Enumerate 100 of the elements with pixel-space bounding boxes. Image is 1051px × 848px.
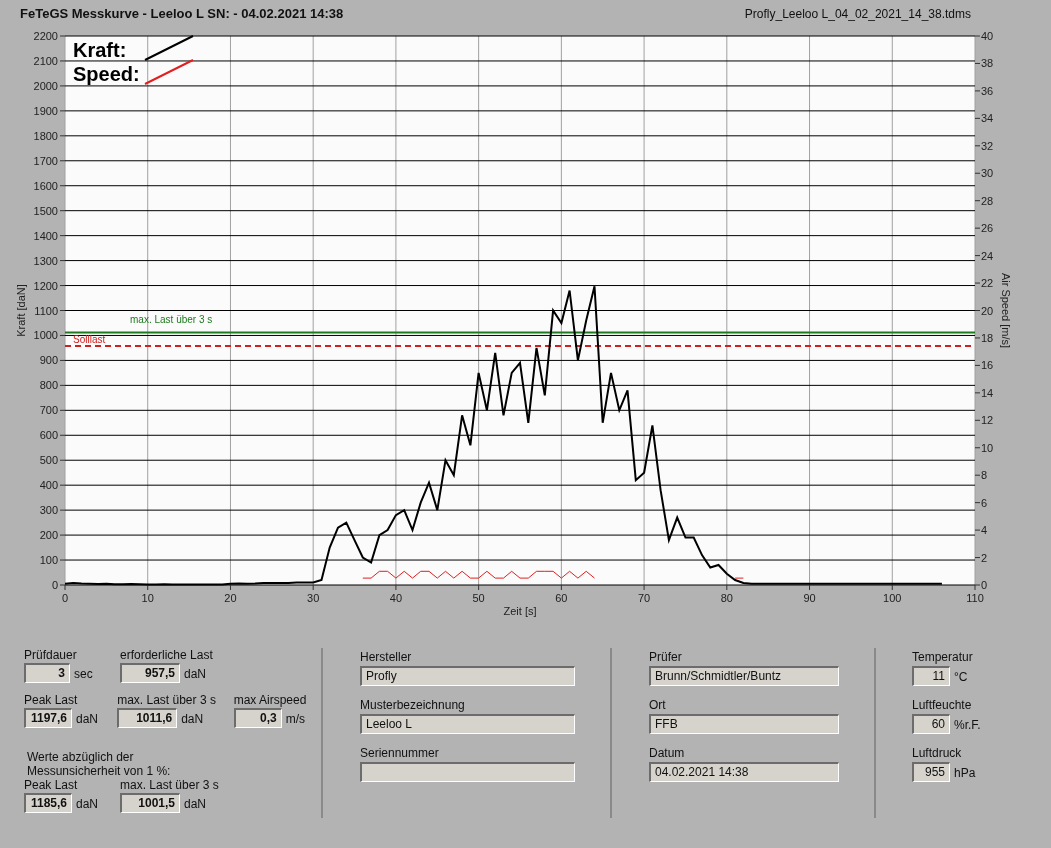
y2-tick-label: 4 xyxy=(981,524,988,537)
x-tick-label: 90 xyxy=(803,592,816,604)
field-label: Prüfdauer xyxy=(24,648,78,663)
y-tick-label: 1900 xyxy=(33,104,58,117)
y2-tick-label: 12 xyxy=(981,414,994,427)
x-tick-label: 30 xyxy=(307,592,320,604)
x-tick-label: 70 xyxy=(637,592,651,604)
y2-tick-label: 32 xyxy=(981,139,994,152)
field-label: Peak Last xyxy=(24,693,79,708)
y2-tick-label: 14 xyxy=(981,386,994,399)
field-label: max. Last über 3 s xyxy=(117,693,217,708)
y-tick-label: 2100 xyxy=(33,54,58,67)
value-field: 04.02.2021 14:38 xyxy=(649,762,839,782)
y-tick-label: 900 xyxy=(39,354,58,367)
field-label: erforderliche Last xyxy=(120,648,214,663)
y-tick-label: 1700 xyxy=(33,154,58,167)
y-tick-label: 2200 xyxy=(33,30,58,42)
unit-label: sec xyxy=(74,666,93,683)
x-tick-label: 20 xyxy=(224,592,237,604)
x-tick-label: 10 xyxy=(141,592,154,604)
y-tick-label: 600 xyxy=(39,429,58,442)
y-tick-label: 300 xyxy=(39,504,58,517)
value-field: 60 xyxy=(912,714,950,734)
value-field: Profly xyxy=(360,666,575,686)
legend-line-sample xyxy=(144,59,194,85)
x-tick-label: 60 xyxy=(555,592,568,604)
y2-tick-label: 2 xyxy=(981,551,988,564)
unit-label: hPa xyxy=(954,765,976,782)
x-tick-label: 0 xyxy=(61,592,69,604)
y2-tick-label: 38 xyxy=(981,57,994,70)
field-label: Ort xyxy=(649,697,667,714)
x-tick-label: 40 xyxy=(389,592,403,604)
value-field: 1185,6 xyxy=(24,793,72,813)
y2-tick-label: 18 xyxy=(981,331,994,344)
value-field: 1011,6 xyxy=(117,708,178,728)
value-field: 0,3 xyxy=(233,708,282,728)
value-field: FFB xyxy=(649,714,839,734)
value-field: Brunn/Schmidtler/Buntz xyxy=(649,666,839,686)
y2-tick-label: 30 xyxy=(981,167,994,180)
y2-tick-label: 24 xyxy=(981,249,994,262)
window-title: FeTeGS Messkurve - Leeloo L SN: - 04.02.2021 14:38 xyxy=(20,5,344,24)
y2-tick-label: 28 xyxy=(981,194,994,207)
field-label: Temperatur xyxy=(912,649,974,666)
field-label: Seriennummer xyxy=(360,745,440,762)
value-field: Leeloo L xyxy=(360,714,575,734)
y-tick-label: 1300 xyxy=(33,254,58,267)
y2-tick-label: 34 xyxy=(981,112,994,125)
value-field: 11 xyxy=(912,666,950,686)
threshold-label: max. Last über 3 s xyxy=(130,313,213,325)
y2-tick-label: 26 xyxy=(981,222,994,235)
y-tick-label: 1100 xyxy=(34,304,58,317)
y2-tick-label: 40 xyxy=(981,30,994,42)
y2-axis-title: Air Speed [m/s] xyxy=(1000,272,1012,349)
field-label: Prüfer xyxy=(649,649,683,666)
y-tick-label: 1500 xyxy=(33,204,58,217)
field-label: Musterbezeichnung xyxy=(360,697,466,714)
y2-tick-label: 22 xyxy=(981,277,994,290)
y-tick-label: 2000 xyxy=(33,79,58,92)
unit-label: daN xyxy=(184,666,206,683)
y-tick-label: 1200 xyxy=(33,279,58,292)
y-tick-label: 500 xyxy=(39,454,58,467)
y-tick-label: 700 xyxy=(39,404,58,417)
y-axis-title: Kraft [daN] xyxy=(15,284,27,337)
field-label: Datum xyxy=(649,745,686,762)
y2-tick-label: 8 xyxy=(981,469,988,482)
x-tick-label: 110 xyxy=(966,592,984,604)
value-field: 1001,5 xyxy=(120,793,180,813)
y-tick-label: 800 xyxy=(39,379,58,392)
x-tick-label: 50 xyxy=(472,592,485,604)
field-label: max. Last über 3 s xyxy=(120,778,220,793)
file-name: Profly_Leeloo L_04_02_2021_14_38.tdms xyxy=(744,6,971,23)
threshold-label: Solllast xyxy=(73,334,106,346)
unit-label: daN xyxy=(181,711,204,728)
field-label: Hersteller xyxy=(360,649,413,666)
y-tick-label: 0 xyxy=(51,579,58,591)
uncertainty-note: Werte abzüglich der Messunsicherheit von 1 %: xyxy=(26,750,172,778)
y2-tick-label: 16 xyxy=(981,359,994,372)
y2-tick-label: 36 xyxy=(981,84,994,97)
value-field: 957,5 xyxy=(120,663,180,683)
unit-label: °C xyxy=(954,669,968,686)
y-tick-label: 1600 xyxy=(33,179,58,192)
y-tick-label: 1000 xyxy=(33,329,58,342)
y2-tick-label: 6 xyxy=(981,496,988,509)
value-field: 1197,6 xyxy=(24,708,72,728)
y2-tick-label: 10 xyxy=(981,441,994,454)
y-tick-label: 100 xyxy=(39,554,58,567)
y-tick-label: 400 xyxy=(39,479,58,492)
field-label: Luftfeuchte xyxy=(912,697,973,714)
legend-label: Speed: xyxy=(73,63,140,85)
unit-label: m/s xyxy=(285,711,305,728)
unit-label: daN xyxy=(76,711,98,728)
y2-tick-label: 20 xyxy=(981,304,994,317)
unit-label: %r.F. xyxy=(954,717,981,734)
unit-label: daN xyxy=(76,796,98,813)
y-tick-label: 1400 xyxy=(33,229,58,242)
y2-tick-label: 0 xyxy=(981,579,988,591)
y-tick-label: 1800 xyxy=(33,129,58,142)
value-field: 955 xyxy=(912,762,950,782)
field-label: Luftdruck xyxy=(912,745,963,762)
field-label: Peak Last xyxy=(24,778,79,793)
